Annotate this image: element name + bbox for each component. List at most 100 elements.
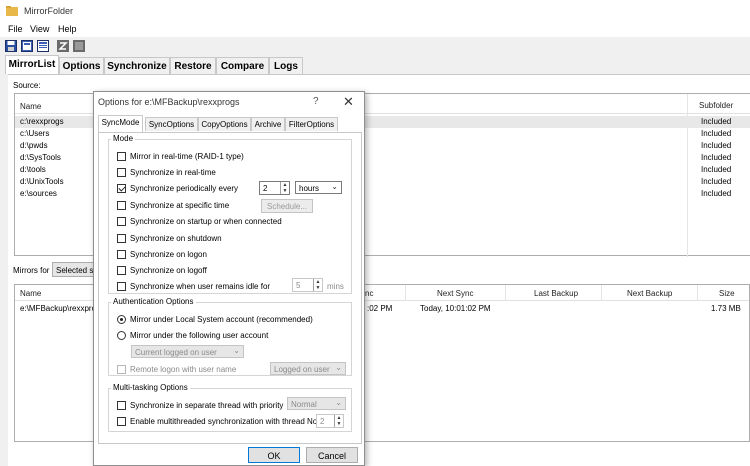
open-icon[interactable] (21, 40, 33, 52)
tab-syncoptions[interactable]: SyncOptions (145, 117, 198, 131)
source-col-name[interactable]: Name (20, 102, 41, 111)
main-tabs: MirrorList Options Synchronize Restore C… (0, 55, 750, 74)
sync-logoff-label: Synchronize on logoff (130, 266, 207, 275)
source-col-subfolder[interactable]: Subfolder (699, 101, 733, 110)
mirrors-col-last-sync[interactable]: nc (365, 289, 373, 298)
thread-count-value: 2 (320, 417, 325, 426)
stepper-arrows-icon[interactable]: ▲ ▼ (313, 279, 322, 291)
mirrors-col-last-backup[interactable]: Last Backup (534, 289, 578, 298)
period-unit-value: hours (299, 184, 320, 193)
menu-file[interactable]: File (8, 24, 23, 34)
sync-realtime-checkbox[interactable] (117, 168, 126, 177)
logon-user-select[interactable]: Logged on user ⌄ (270, 362, 346, 375)
mirrors-col-next-sync[interactable]: Next Sync (437, 289, 473, 298)
tab-copyoptions[interactable]: CopyOptions (198, 117, 251, 131)
column-divider (601, 285, 602, 301)
idle-stepper[interactable]: 5 ▲ ▼ (292, 278, 323, 292)
period-stepper[interactable]: 2 ▲ ▼ (259, 181, 290, 195)
priority-value: Normal (291, 400, 317, 409)
settings-icon[interactable] (57, 40, 69, 52)
export-icon[interactable] (73, 40, 85, 52)
menu-view[interactable]: View (30, 24, 49, 34)
auth-local-radio[interactable] (117, 315, 126, 324)
tab-filteroptions[interactable]: FilterOptions (285, 117, 338, 131)
sync-shutdown-checkbox[interactable] (117, 234, 126, 243)
period-value: 2 (263, 184, 268, 193)
sync-specific-time-label: Synchronize at specific time (130, 201, 230, 210)
sync-logoff-checkbox[interactable] (117, 266, 126, 275)
multitask-group-title: Multi-tasking Options (111, 383, 190, 392)
mode-group-title: Mode (111, 134, 136, 143)
auth-user-radio[interactable] (117, 331, 126, 340)
remote-logon-checkbox[interactable] (117, 365, 126, 374)
sync-idle-checkbox[interactable] (117, 282, 126, 291)
thread-count-stepper[interactable]: 2 ▲ ▼ (316, 414, 344, 428)
tab-synchronize[interactable]: Synchronize (104, 57, 170, 74)
stepper-arrows-icon[interactable]: ▲ ▼ (280, 182, 289, 194)
sync-realtime-label: Synchronize in real-time (130, 168, 216, 177)
mirror-realtime-checkbox[interactable] (117, 152, 126, 161)
cancel-button[interactable]: Cancel (306, 447, 358, 463)
options-dialog: Options for e:\MFBackup\rexxprogs ? ✕ Sy… (93, 91, 365, 466)
schedule-button[interactable]: Schedule... (261, 199, 313, 213)
syncmode-panel: Mode Mirror in real-time (RAID-1 type) S… (98, 132, 362, 444)
save-icon[interactable] (5, 40, 17, 52)
tab-options[interactable]: Options (59, 57, 104, 74)
sync-idle-label: Synchronize when user remains idle for (130, 282, 271, 291)
separate-thread-label: Synchronize in separate thread with prio… (130, 401, 284, 410)
tab-mirrorlist[interactable]: MirrorList (5, 55, 59, 74)
multithread-label: Enable multithreaded synchronization wit… (130, 417, 320, 426)
menu-bar: File View Help (0, 22, 750, 37)
chevron-down-icon: ⌄ (331, 182, 338, 191)
sync-startup-checkbox[interactable] (117, 217, 126, 226)
sync-specific-time-checkbox[interactable] (117, 201, 126, 210)
multithread-checkbox[interactable] (117, 417, 126, 426)
tab-logs[interactable]: Logs (269, 57, 303, 74)
column-divider (505, 285, 506, 301)
idle-value: 5 (296, 281, 301, 290)
tab-compare[interactable]: Compare (216, 57, 269, 74)
dialog-title: Options for e:\MFBackup\rexxprogs (98, 97, 240, 107)
column-divider (405, 285, 406, 301)
tab-archive[interactable]: Archive (251, 117, 285, 131)
ok-button[interactable]: OK (248, 447, 300, 463)
auth-group-title: Authentication Options (111, 297, 196, 306)
title-bar: MirrorFolder (0, 0, 750, 22)
mirrors-col-size[interactable]: Size (719, 289, 735, 298)
auth-local-label: Mirror under Local System account (recom… (130, 315, 313, 324)
chevron-down-icon: ⌄ (335, 398, 342, 407)
app-icon (6, 6, 18, 16)
chevron-down-icon: ⌄ (335, 363, 342, 372)
tab-syncmode[interactable]: SyncMode (98, 115, 143, 132)
properties-icon[interactable] (37, 40, 49, 52)
toolbar (0, 37, 750, 56)
sync-logon-label: Synchronize on logon (130, 250, 207, 259)
separate-thread-checkbox[interactable] (117, 401, 126, 410)
mirrors-selection-value: Selected so (56, 266, 98, 275)
user-account-select[interactable]: Current logged on user ⌄ (131, 345, 244, 358)
help-button[interactable]: ? (313, 96, 319, 107)
column-divider (697, 285, 698, 301)
stepper-arrows-icon[interactable]: ▲ ▼ (334, 415, 343, 427)
chevron-down-icon: ⌄ (233, 346, 240, 355)
sync-periodically-checkbox[interactable] (117, 184, 126, 193)
priority-select[interactable]: Normal ⌄ (287, 397, 346, 410)
source-label: Source: (13, 81, 41, 90)
tab-restore[interactable]: Restore (170, 57, 216, 74)
mirrors-col-name[interactable]: Name (20, 289, 41, 298)
period-unit-select[interactable]: hours ⌄ (295, 181, 342, 194)
sync-logon-checkbox[interactable] (117, 250, 126, 259)
remote-logon-label: Remote logon with user name (130, 365, 237, 374)
sync-startup-label: Synchronize on startup or when connected (130, 217, 282, 226)
close-icon[interactable]: ✕ (343, 94, 354, 110)
mirrors-col-next-backup[interactable]: Next Backup (627, 289, 672, 298)
menu-help[interactable]: Help (58, 24, 77, 34)
idle-unit-label: mins (327, 282, 344, 291)
mirror-realtime-label: Mirror in real-time (RAID-1 type) (130, 152, 244, 161)
app-title: MirrorFolder (24, 6, 74, 16)
auth-user-label: Mirror under the following user account (130, 331, 269, 340)
sync-shutdown-label: Synchronize on shutdown (130, 234, 222, 243)
logon-user-value: Logged on user (274, 365, 330, 374)
user-account-value: Current logged on user (135, 348, 217, 357)
mirrors-label: Mirrors for (13, 266, 50, 275)
